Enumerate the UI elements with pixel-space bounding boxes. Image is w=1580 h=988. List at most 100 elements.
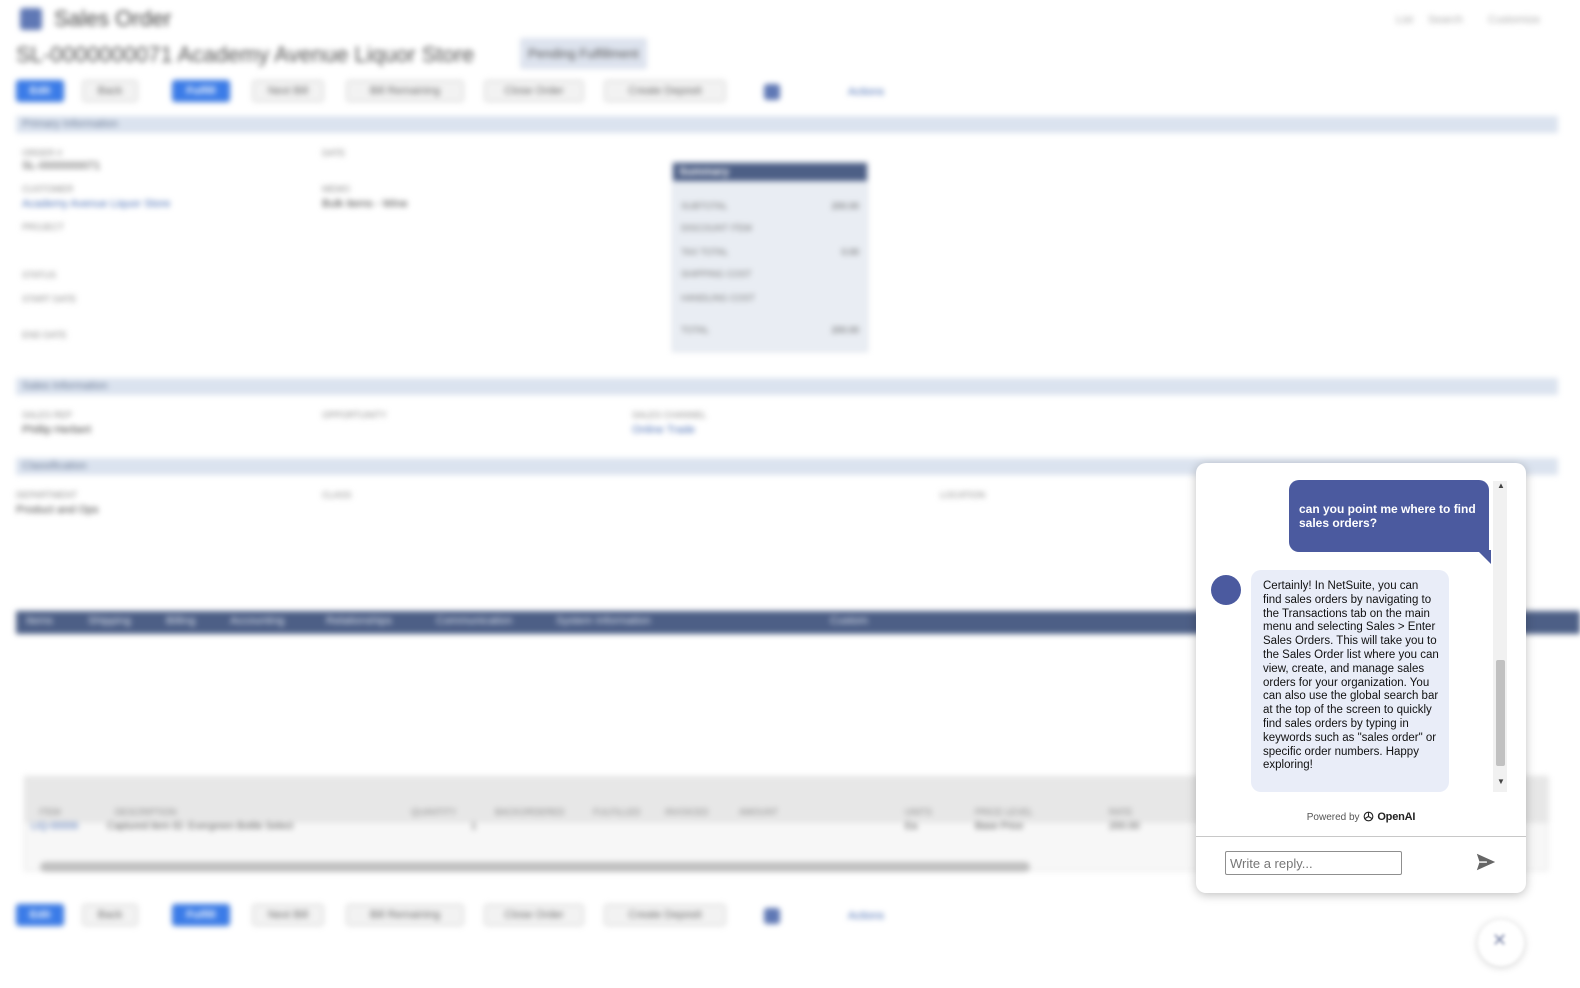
scroll-down-arrow-icon[interactable]: ▼ <box>1495 777 1507 786</box>
summary-box: Summary SUBTOTAL 200.00 DISCOUNT ITEM TAX… <box>672 162 868 352</box>
field-label: LOCATION <box>940 490 986 500</box>
composer-divider <box>1196 836 1526 837</box>
chat-scrollbar-thumb[interactable] <box>1496 660 1505 766</box>
grid-horizontal-scrollbar[interactable] <box>40 862 1030 872</box>
edit-button-bottom[interactable]: Edit <box>16 904 64 926</box>
field-label: CLASS <box>322 490 352 500</box>
scroll-up-arrow-icon[interactable]: ▲ <box>1495 481 1507 490</box>
section-primary-information[interactable]: Primary Information <box>16 116 1558 133</box>
close-order-button-bottom[interactable]: Close Order <box>484 904 584 926</box>
item-price-level: Base Price <box>975 821 1024 832</box>
close-chat-icon: ✕ <box>1492 930 1508 950</box>
column-header: DESCRIPTION <box>115 807 177 817</box>
field-label: CUSTOMER <box>22 184 74 194</box>
print-icon[interactable] <box>764 908 780 924</box>
summary-row: HANDLING COST <box>681 293 859 303</box>
column-header: INVOICED <box>665 807 709 817</box>
field-label: DEPARTMENT <box>16 490 78 500</box>
print-icon[interactable] <box>764 84 780 100</box>
column-header: UNITS <box>905 807 932 817</box>
summary-row-value: 200.00 <box>831 325 859 335</box>
fulfill-button-bottom[interactable]: Fulfill <box>172 904 230 926</box>
tab-shipping[interactable]: Shipping <box>88 615 131 627</box>
tab-custom[interactable]: Custom <box>830 615 868 627</box>
next-bill-button-bottom[interactable]: Next Bill <box>252 904 324 926</box>
actions-menu[interactable]: Actions <box>848 86 884 98</box>
page-type-title: Sales Order <box>54 6 172 31</box>
powered-by-label: Powered by <box>1306 812 1360 823</box>
section-sales-information[interactable]: Sales Information <box>16 378 1558 395</box>
next-bill-button[interactable]: Next Bill <box>252 80 324 102</box>
item-link[interactable]: LIQ-00006 <box>31 821 78 832</box>
summary-row: DISCOUNT ITEM <box>681 223 859 233</box>
user-message-bubble: can you point me where to find sales ord… <box>1289 480 1489 552</box>
send-icon[interactable] <box>1475 851 1497 873</box>
edit-button[interactable]: Edit <box>16 80 64 102</box>
tab-system-information[interactable]: System Information <box>556 615 651 627</box>
bot-message-bubble: Certainly! In NetSuite, you can find sal… <box>1251 570 1449 792</box>
chat-launcher-button[interactable]: ✕ <box>1478 920 1524 966</box>
header-link[interactable]: Customize <box>1488 14 1540 26</box>
tab-communication[interactable]: Communication <box>436 615 512 627</box>
summary-row-value: 200.00 <box>831 201 859 211</box>
brand-name: OpenAI <box>1377 811 1416 823</box>
field-label: SALES REP <box>22 410 73 420</box>
summary-row-label: SHIPPING COST <box>681 269 752 279</box>
chat-message-list[interactable]: can you point me where to find sales ord… <box>1196 463 1526 798</box>
summary-row: SUBTOTAL 200.00 <box>681 201 859 211</box>
tab-items[interactable]: Items <box>26 615 53 627</box>
department-value: Product and Ops <box>16 504 99 516</box>
item-units: Ea <box>905 821 918 832</box>
create-deposit-button-bottom[interactable]: Create Deposit <box>604 904 726 926</box>
create-deposit-button[interactable]: Create Deposit <box>604 80 726 102</box>
summary-row-label: DISCOUNT ITEM <box>681 223 752 233</box>
field-label: SALES CHANNEL <box>632 410 707 420</box>
field-label: END DATE <box>22 330 67 340</box>
field-label: DATE <box>322 148 346 158</box>
record-title: SL-0000000071 Academy Avenue Liquor Stor… <box>16 42 475 67</box>
summary-row-value: 0.00 <box>841 247 859 257</box>
back-button[interactable]: Back <box>82 80 138 102</box>
summary-title: Summary <box>673 163 867 181</box>
user-bubble-tail <box>1477 550 1491 564</box>
column-header: PRICE LEVEL <box>975 807 1034 817</box>
item-quantity: 1 <box>471 821 477 832</box>
column-header: BACKORDERED <box>495 807 565 817</box>
header-link[interactable]: List <box>1396 14 1413 26</box>
header-link[interactable]: Search <box>1428 14 1463 26</box>
chat-widget: can you point me where to find sales ord… <box>1196 463 1526 893</box>
summary-row-label: HANDLING COST <box>681 293 756 303</box>
field-label: START DATE <box>22 294 77 304</box>
item-rate: 200.00 <box>1109 821 1140 832</box>
tab-accounting[interactable]: Accounting <box>230 615 284 627</box>
column-header: FULFILLED <box>593 807 641 817</box>
summary-row-label: TOTAL <box>681 325 710 335</box>
bill-remaining-button-bottom[interactable]: Bill Remaining <box>346 904 464 926</box>
summary-row: SHIPPING COST <box>681 269 859 279</box>
field-label: STATUS <box>22 270 57 280</box>
memo-value: Bulk items - Wine <box>322 198 408 210</box>
summary-row-label: SUBTOTAL <box>681 201 728 211</box>
tab-relationships[interactable]: Relationships <box>326 615 392 627</box>
close-order-button[interactable]: Close Order <box>484 80 584 102</box>
column-header: AMOUNT <box>739 807 778 817</box>
sales-channel-link[interactable]: Online Trade <box>632 424 695 436</box>
actions-menu-bottom[interactable]: Actions <box>848 910 884 922</box>
customer-link[interactable]: Academy Avenue Liquor Store <box>22 198 170 210</box>
field-label: PROJECT <box>22 222 65 232</box>
order-number-value: SL-0000000071 <box>22 160 101 172</box>
tab-billing[interactable]: Billing <box>166 615 195 627</box>
powered-by-footer: Powered by OpenAI <box>1196 810 1526 823</box>
back-button-bottom[interactable]: Back <box>82 904 138 926</box>
column-header: QUANTITY <box>411 807 457 817</box>
reply-input[interactable] <box>1225 851 1402 875</box>
bot-avatar <box>1211 575 1241 605</box>
field-label: MEMO <box>322 184 350 194</box>
bill-remaining-button[interactable]: Bill Remaining <box>346 80 464 102</box>
status-badge: Pending Fulfillment <box>520 38 647 69</box>
column-header: ITEM <box>39 807 61 817</box>
summary-row-label: TAX TOTAL <box>681 247 729 257</box>
summary-row: TAX TOTAL 0.00 <box>681 247 859 257</box>
fulfill-button[interactable]: Fulfill <box>172 80 230 102</box>
sales-rep-value: Phillip Herbert <box>22 424 92 436</box>
